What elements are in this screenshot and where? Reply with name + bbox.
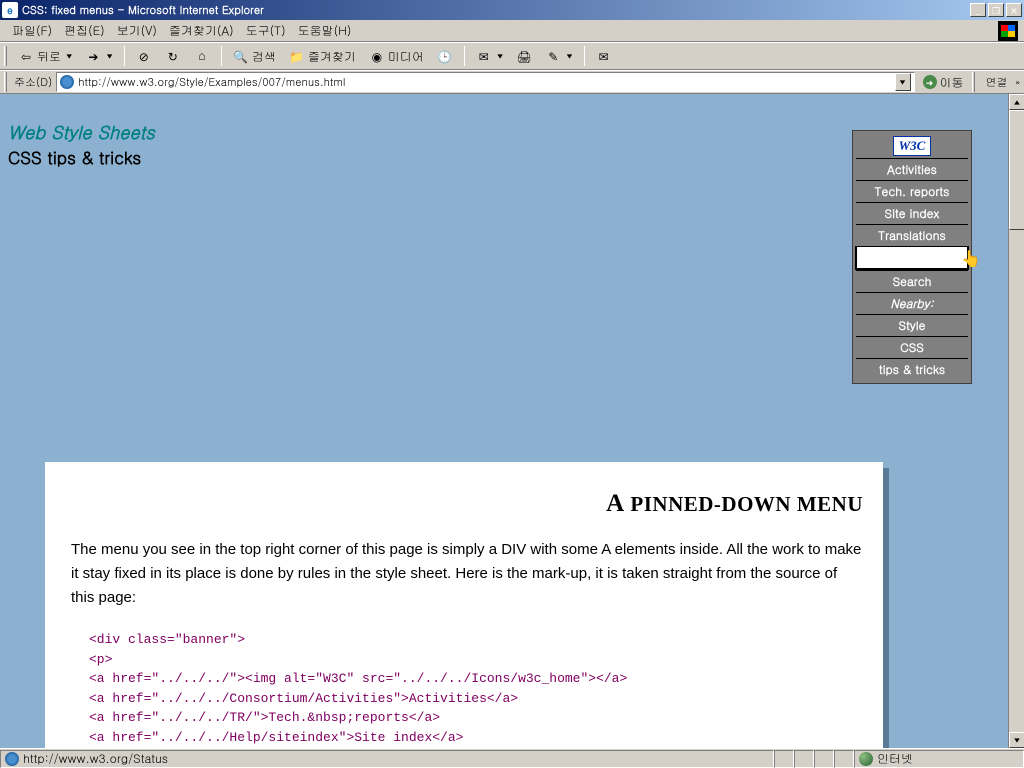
go-button[interactable]: ➜ 이동 xyxy=(919,74,968,91)
page-title-line2: CSS tips & tricks xyxy=(8,145,155,169)
search-icon: 🔍 xyxy=(233,48,249,64)
nav-search[interactable]: Search xyxy=(856,270,968,292)
history-button[interactable]: 🕒 xyxy=(432,45,458,67)
addressbar-grip[interactable] xyxy=(4,72,7,92)
fixed-nav-menu: W3C Activities Tech. reports Site index … xyxy=(852,130,972,384)
nav-software[interactable]: Software xyxy=(855,246,969,270)
vertical-scrollbar[interactable]: ▲ ▼ xyxy=(1008,94,1024,748)
window-title: CSS: fixed menus - Microsoft Internet Ex… xyxy=(22,3,264,18)
ie-app-icon: e xyxy=(2,2,18,18)
forward-button[interactable]: ➔ ▼ xyxy=(80,45,117,67)
stop-button[interactable]: ⊘ xyxy=(131,45,157,67)
nav-translations[interactable]: Translations xyxy=(856,224,968,246)
article-heading: A PINNED-DOWN MENU xyxy=(71,490,863,518)
links-chevron-icon[interactable]: » xyxy=(1016,76,1021,89)
home-icon: ⌂ xyxy=(194,48,210,64)
stop-icon: ⊘ xyxy=(136,48,152,64)
status-panel-4 xyxy=(834,750,854,768)
mail-icon: ✉ xyxy=(476,48,492,64)
refresh-button[interactable]: ↻ xyxy=(160,45,186,67)
home-button[interactable]: ⌂ xyxy=(189,45,215,67)
browser-viewport: Web Style Sheets CSS tips & tricks W3C A… xyxy=(0,94,1024,748)
nav-nearby-heading: Nearby: xyxy=(856,292,968,314)
edit-button[interactable]: ✎▼ xyxy=(540,45,577,67)
favorites-icon: 📁 xyxy=(289,48,305,64)
menu-file[interactable]: 파일(F) xyxy=(6,20,58,41)
links-grip[interactable] xyxy=(972,72,975,92)
scroll-up-button[interactable]: ▲ xyxy=(1009,94,1024,110)
status-panel-1 xyxy=(774,750,794,768)
forward-arrow-icon: ➔ xyxy=(85,48,101,64)
page-icon xyxy=(60,75,74,89)
titlebar: e CSS: fixed menus - Microsoft Internet … xyxy=(0,0,1024,20)
search-button[interactable]: 🔍 검색 xyxy=(228,45,281,67)
mail-button[interactable]: ✉▼ xyxy=(471,45,508,67)
minimize-button[interactable]: _ xyxy=(970,3,986,17)
address-label: 주소(D) xyxy=(14,75,52,90)
nav-css[interactable]: CSS xyxy=(856,336,968,358)
address-field-wrapper: ▼ xyxy=(56,72,914,92)
discuss-button[interactable]: ✉ xyxy=(591,45,617,67)
article: A PINNED-DOWN MENU The menu you see in t… xyxy=(45,462,883,748)
toolbar: ⇦ 뒤로 ▼ ➔ ▼ ⊘ ↻ ⌂ 🔍 검색 📁 즐겨찾기 ◉ 미디어 🕒 ✉▼ … xyxy=(0,42,1024,70)
nav-tech-reports[interactable]: Tech. reports xyxy=(856,180,968,202)
back-label: 뒤로 xyxy=(37,48,61,65)
edit-icon: ✎ xyxy=(545,48,561,64)
statusbar: http://www.w3.org/Status 인터넷 xyxy=(0,748,1024,768)
search-label: 검색 xyxy=(252,48,276,65)
security-zone-panel: 인터넷 xyxy=(854,750,1024,768)
go-label: 이동 xyxy=(940,74,964,91)
article-paragraph: The menu you see in the top right corner… xyxy=(71,538,863,610)
status-panel-3 xyxy=(814,750,834,768)
toolbar-grip[interactable] xyxy=(4,46,7,66)
back-button[interactable]: ⇦ 뒤로 ▼ xyxy=(13,45,77,67)
back-arrow-icon: ⇦ xyxy=(18,48,34,64)
zone-label: 인터넷 xyxy=(877,750,913,767)
restore-button[interactable]: ❐ xyxy=(988,3,1004,17)
favorites-label: 즐겨찾기 xyxy=(308,48,356,65)
article-code: <div class="banner"> <p> <a href="../../… xyxy=(89,630,863,748)
url-input[interactable] xyxy=(78,75,890,90)
w3c-logo[interactable]: W3C xyxy=(893,136,932,156)
status-page-icon xyxy=(5,752,19,766)
status-text: http://www.w3.org/Status xyxy=(23,750,168,767)
scroll-down-button[interactable]: ▼ xyxy=(1009,732,1024,748)
status-panel-2 xyxy=(794,750,814,768)
print-button[interactable]: 🖨 xyxy=(511,45,537,67)
addressbar: 주소(D) ▼ ➜ 이동 연결 » xyxy=(0,70,1024,94)
links-label: 연결 xyxy=(982,75,1012,90)
page-header: Web Style Sheets CSS tips & tricks xyxy=(8,120,155,169)
status-main-panel: http://www.w3.org/Status xyxy=(0,750,774,768)
page-title-line1: Web Style Sheets xyxy=(8,120,155,145)
close-button[interactable]: ✕ xyxy=(1006,3,1022,17)
menu-tools[interactable]: 도구(T) xyxy=(240,20,292,41)
menu-view[interactable]: 보기(V) xyxy=(111,20,163,41)
media-icon: ◉ xyxy=(369,48,385,64)
nav-site-index[interactable]: Site index xyxy=(856,202,968,224)
menu-help[interactable]: 도움말(H) xyxy=(292,20,358,41)
menu-edit[interactable]: 편집(E) xyxy=(58,20,111,41)
chevron-down-icon: ▼ xyxy=(66,51,72,61)
scroll-thumb[interactable] xyxy=(1009,110,1024,230)
menubar: 파일(F) 편집(E) 보기(V) 즐겨찾기(A) 도구(T) 도움말(H) xyxy=(0,20,1024,42)
print-icon: 🖨 xyxy=(516,48,532,64)
windows-logo-icon xyxy=(998,21,1018,41)
media-button[interactable]: ◉ 미디어 xyxy=(364,45,429,67)
url-dropdown-button[interactable]: ▼ xyxy=(895,73,911,91)
nav-tips-tricks[interactable]: tips & tricks xyxy=(856,358,968,380)
refresh-icon: ↻ xyxy=(165,48,181,64)
discuss-icon: ✉ xyxy=(596,48,612,64)
media-label: 미디어 xyxy=(388,48,424,65)
favorites-button[interactable]: 📁 즐겨찾기 xyxy=(284,45,361,67)
menu-favorites[interactable]: 즐겨찾기(A) xyxy=(163,20,240,41)
nav-style[interactable]: Style xyxy=(856,314,968,336)
chevron-down-icon: ▼ xyxy=(106,51,112,61)
nav-activities[interactable]: Activities xyxy=(856,158,968,180)
history-icon: 🕒 xyxy=(437,48,453,64)
globe-icon xyxy=(859,752,873,766)
go-icon: ➜ xyxy=(923,75,937,89)
